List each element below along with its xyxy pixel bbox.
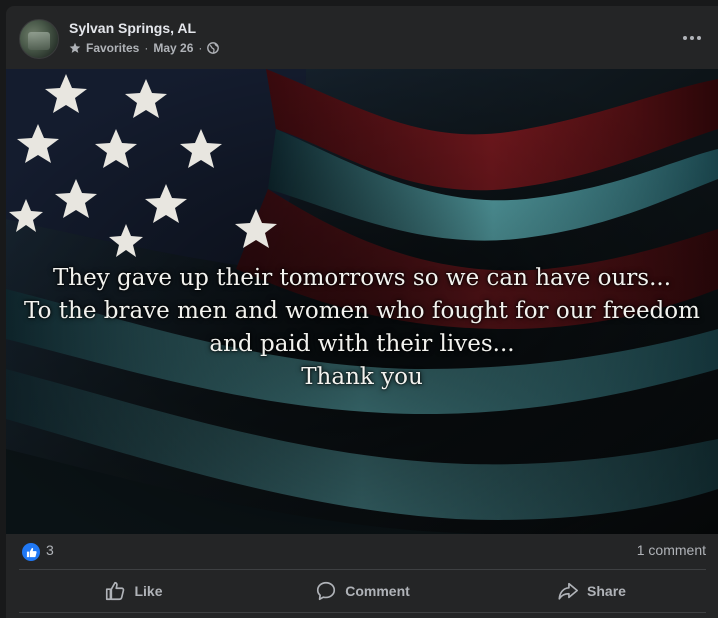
audience-label[interactable]: Favorites [86,41,139,55]
meta-separator-2: · [198,41,203,55]
reaction-summary: 3 1 comment [6,534,718,569]
feed-post: Sylvan Springs, AL Favorites · May 26 · [6,6,718,618]
page-avatar[interactable] [19,19,59,59]
post-image[interactable]: They gave up their tomorrows so we can h… [6,69,718,534]
share-icon [558,582,579,600]
caption-line: To the brave men and women who fought fo… [24,298,700,324]
caption-line: Thank you [301,364,423,390]
star-icon [69,42,81,53]
caption-line: They gave up their tomorrows so we can h… [52,265,672,291]
post-date[interactable]: May 26 [153,41,193,55]
reaction-count[interactable]: 3 [46,542,54,558]
share-label: Share [587,583,626,599]
post-meta: Favorites · May 26 · [69,41,220,55]
share-button[interactable]: Share [477,570,706,612]
page-name[interactable]: Sylvan Springs, AL [69,20,196,36]
globe-icon [207,42,220,54]
meta-separator: · [144,41,149,55]
like-label: Like [134,583,163,599]
image-caption: They gave up their tomorrows so we can h… [6,262,718,394]
like-button[interactable]: Like [19,570,248,612]
divider [19,612,706,613]
caption-line: and paid with their lives... [209,331,515,357]
post-header: Sylvan Springs, AL Favorites · May 26 · [6,6,718,69]
post-actions: Like Comment Share [19,570,706,612]
comment-count[interactable]: 1 comment [637,542,706,558]
comment-label: Comment [345,583,410,599]
like-reaction-icon[interactable] [22,543,40,561]
thumbs-up-icon [106,581,125,601]
comment-button[interactable]: Comment [248,570,477,612]
more-options-icon[interactable] [680,26,704,50]
comment-icon [317,581,336,601]
